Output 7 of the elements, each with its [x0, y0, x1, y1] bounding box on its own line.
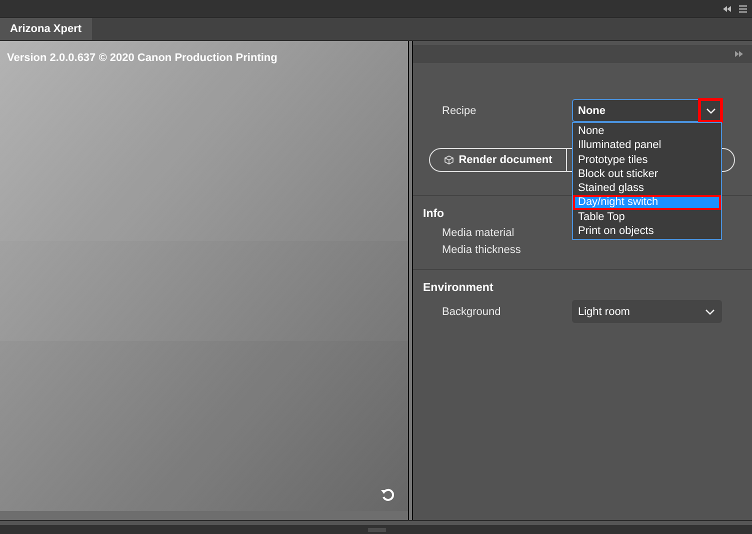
section-title: Environment — [423, 282, 494, 294]
info-label: Media material — [442, 226, 514, 238]
section-title: Info — [423, 208, 444, 220]
recipe-label: Recipe — [442, 104, 478, 116]
version-text: Version 2.0.0.637 © 2020 Canon Production Printing — [7, 52, 278, 64]
info-label: Media thickness — [442, 244, 521, 256]
background-label: Background — [442, 306, 502, 318]
